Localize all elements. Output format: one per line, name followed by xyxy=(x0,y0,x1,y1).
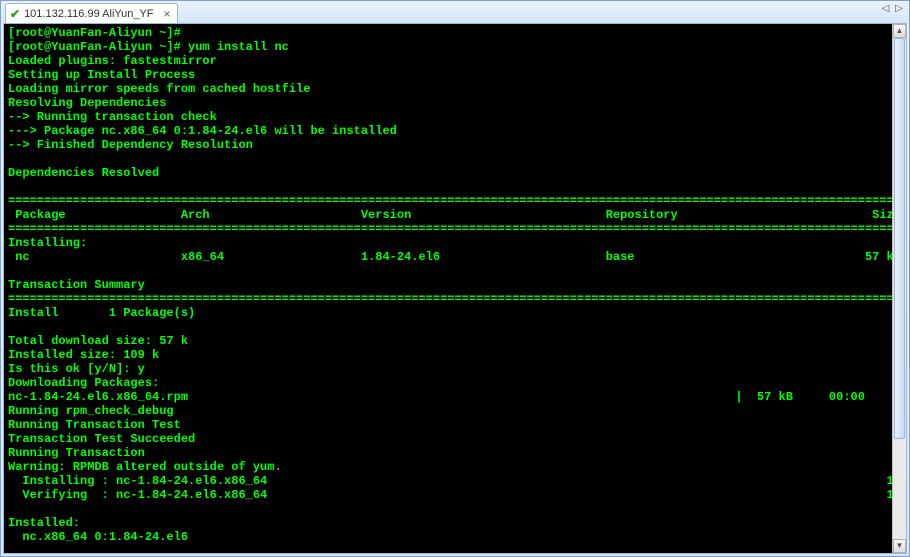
line: Installed size: 109 k xyxy=(8,348,159,362)
line: Downloading Packages: xyxy=(8,376,159,390)
line: Installing: xyxy=(8,236,87,250)
prompt: [root@YuanFan-Aliyun ~]# xyxy=(8,26,181,40)
line: Verifying : nc-1.84-24.el6.x86_64 1/1 xyxy=(8,488,892,502)
line: Warning: RPMDB altered outside of yum. xyxy=(8,460,282,474)
line: Running Transaction xyxy=(8,446,145,460)
tab-nav: ◁ ▷ xyxy=(882,3,903,14)
line: Transaction Test Succeeded xyxy=(8,432,195,446)
terminal-container: [root@YuanFan-Aliyun ~]# [root@YuanFan-A… xyxy=(3,23,907,554)
line: --> Running transaction check xyxy=(8,110,217,124)
line: ---> Package nc.x86_64 0:1.84-24.el6 wil… xyxy=(8,124,397,138)
line: Setting up Install Process xyxy=(8,68,195,82)
line: Installed: xyxy=(8,516,80,530)
line: Is this ok [y/N]: y xyxy=(8,362,145,376)
tab-title: 101.132.116.99 AliYun_YF xyxy=(24,8,153,20)
terminal-window: ✔ 101.132.116.99 AliYun_YF × ◁ ▷ [root@Y… xyxy=(0,0,910,557)
line: --> Finished Dependency Resolution xyxy=(8,138,253,152)
prompt-command: [root@YuanFan-Aliyun ~]# yum install nc xyxy=(8,40,289,54)
scrollbar-thumb[interactable] xyxy=(894,38,905,439)
line: Loaded plugins: fastestmirror xyxy=(8,54,217,68)
rule: ========================================… xyxy=(8,194,892,208)
tab-next-icon[interactable]: ▷ xyxy=(895,3,903,14)
line: Loading mirror speeds from cached hostfi… xyxy=(8,82,310,96)
terminal-output[interactable]: [root@YuanFan-Aliyun ~]# [root@YuanFan-A… xyxy=(4,24,892,553)
line: Resolving Dependencies xyxy=(8,96,166,110)
tab-prev-icon[interactable]: ◁ xyxy=(882,3,890,14)
table-row: nc x86_64 1.84-24.el6 base 57 k xyxy=(8,250,892,264)
scrollbar-track[interactable] xyxy=(893,38,906,539)
line: nc-1.84-24.el6.x86_64.rpm | 57 kB 00:00 xyxy=(8,390,865,404)
line: Install 1 Package(s) xyxy=(8,306,195,320)
line: nc.x86_64 0:1.84-24.el6 xyxy=(8,530,188,544)
tab-session[interactable]: ✔ 101.132.116.99 AliYun_YF × xyxy=(5,3,178,23)
line: Dependencies Resolved xyxy=(8,166,159,180)
scroll-up-icon[interactable]: ▲ xyxy=(893,24,906,38)
scroll-down-icon[interactable]: ▼ xyxy=(893,539,906,553)
line: Running Transaction Test xyxy=(8,418,181,432)
rule: ========================================… xyxy=(8,292,892,306)
table-header: Package Arch Version Repository Size xyxy=(8,208,892,222)
tab-bar: ✔ 101.132.116.99 AliYun_YF × ◁ ▷ xyxy=(1,1,909,23)
line: Running rpm_check_debug xyxy=(8,404,174,418)
check-icon: ✔ xyxy=(10,8,20,20)
line: Total download size: 57 k xyxy=(8,334,188,348)
line: Transaction Summary xyxy=(8,278,145,292)
line: Installing : nc-1.84-24.el6.x86_64 1/1 xyxy=(8,474,892,488)
close-icon[interactable]: × xyxy=(164,8,171,20)
scrollbar-vertical[interactable]: ▲ ▼ xyxy=(892,24,906,553)
rule: ========================================… xyxy=(8,222,892,236)
